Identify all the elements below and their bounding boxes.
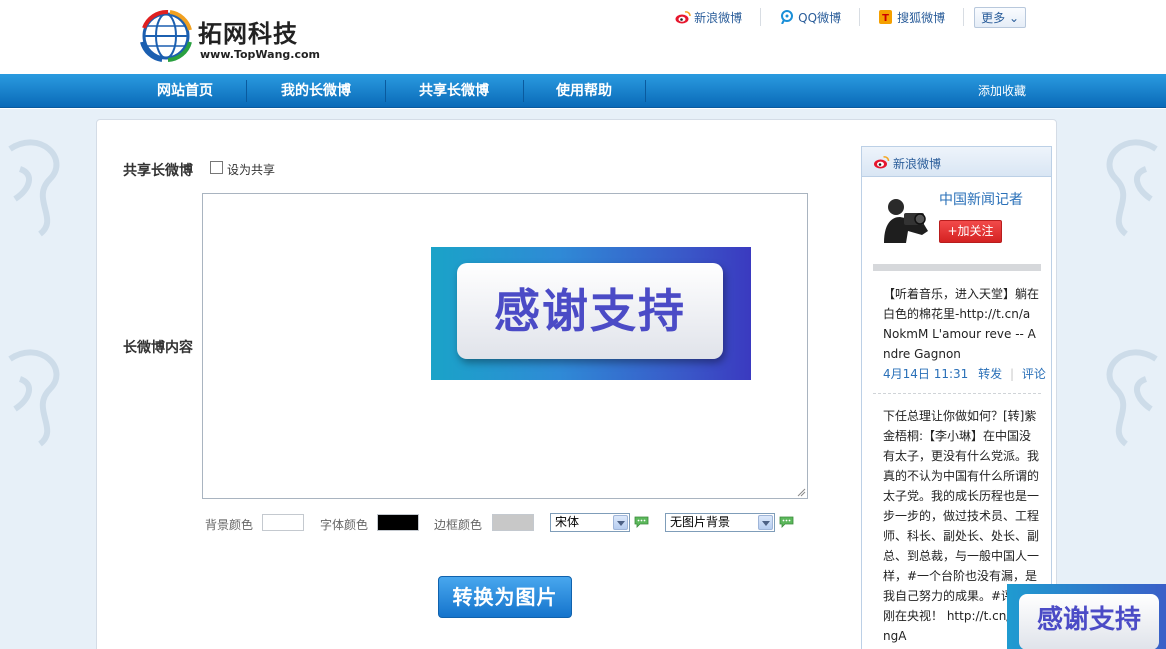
weibo-post: 【听着音乐，进入天堂】躺在白色的棉花里-http://t.cn/aNokmM L…: [883, 287, 1039, 361]
nav-shared-weibo[interactable]: 共享长微博: [388, 74, 520, 108]
share-checkbox-label[interactable]: 设为共享: [227, 161, 275, 178]
main-nav: 网站首页 我的长微博 共享长微博 使用帮助 添加收藏: [0, 74, 1166, 108]
sina-weibo-label: 新浪微博: [694, 10, 743, 25]
font-color-swatch[interactable]: [377, 514, 419, 531]
brand-url: www.TopWang.com: [200, 48, 321, 61]
float-ad-plate: 感谢支持: [1019, 594, 1159, 649]
background-select-value: 无图片背景: [670, 515, 731, 529]
bg-color-swatch[interactable]: [262, 514, 304, 531]
nav-divider: [523, 80, 524, 102]
svg-text:T: T: [882, 13, 889, 24]
sina-weibo-icon: [874, 156, 890, 169]
resize-handle-icon[interactable]: [796, 487, 806, 497]
header: 拓网科技 www.TopWang.com 新浪微博 QQ微博 T 搜狐微博 更多…: [0, 0, 1166, 74]
nav-divider: [246, 80, 247, 102]
brand-name: 拓网科技: [198, 19, 298, 48]
content-label: 长微博内容: [123, 340, 193, 356]
convert-to-image-button[interactable]: 转换为图片: [438, 576, 572, 618]
sohu-weibo-label: 搜狐微博: [897, 10, 946, 25]
dragon-pattern-icon: [8, 139, 60, 237]
comment-link[interactable]: 评论: [1022, 367, 1046, 381]
background-select[interactable]: 无图片背景: [665, 513, 775, 532]
sidebar-divider: [873, 264, 1041, 271]
qq-weibo-link[interactable]: QQ微博: [761, 8, 861, 26]
chat-bubble-icon[interactable]: [779, 516, 794, 528]
border-color-swatch[interactable]: [492, 514, 534, 531]
nav-divider: [385, 80, 386, 102]
share-checkbox[interactable]: [210, 161, 223, 174]
thanks-banner-image: 感谢支持: [431, 247, 751, 380]
floating-thanks-ad[interactable]: 感谢支持: [1007, 584, 1166, 649]
font-select-value: 宋体: [555, 515, 580, 529]
nav-my-weibo[interactable]: 我的长微博: [250, 74, 382, 108]
sidebar-header: 新浪微博: [862, 147, 1051, 177]
more-label: 更多: [981, 10, 1006, 25]
add-favorite-link[interactable]: 添加收藏: [978, 74, 1026, 108]
banner-plate: 感谢支持: [457, 263, 723, 359]
more-button[interactable]: 更多 ⌄: [974, 6, 1026, 28]
follow-button[interactable]: +加关注: [939, 220, 1002, 243]
nav-divider: [645, 80, 646, 102]
chevron-down-icon: ⌄: [1008, 10, 1019, 25]
sidebar-title: 新浪微博: [893, 157, 942, 171]
post-meta: 4月14日 11:31 转发 | 评论: [883, 365, 1046, 382]
dropdown-arrow-icon[interactable]: [758, 515, 773, 530]
sidebar-user-name[interactable]: 中国新闻记者: [939, 189, 1023, 209]
share-label: 共享长微博: [123, 163, 193, 179]
bg-color-label: 背景颜色: [205, 518, 254, 532]
float-ad-text: 感谢支持: [1036, 605, 1141, 635]
sohu-weibo-link[interactable]: T 搜狐微博: [860, 8, 965, 26]
font-color-label: 字体颜色: [320, 518, 369, 532]
dragon-pattern-icon: [8, 349, 60, 447]
dragon-pattern-icon: [1106, 349, 1158, 447]
qq-weibo-icon: [781, 10, 794, 24]
qq-weibo-label: QQ微博: [798, 10, 842, 25]
share-links: 新浪微博 QQ微博 T 搜狐微博 更多 ⌄: [657, 6, 1026, 28]
meta-separator: |: [1009, 367, 1015, 381]
globe-logo-icon: [140, 9, 192, 62]
post-time[interactable]: 4月14日 11:31: [883, 367, 968, 381]
weibo-sidebar: 新浪微博 中国新闻记者 +加关注 【听着音乐，进入天堂】躺在白色的棉花里-htt…: [861, 146, 1052, 649]
sohu-weibo-icon: T: [879, 10, 893, 24]
banner-text: 感谢支持: [494, 284, 686, 338]
sina-weibo-link[interactable]: 新浪微博: [657, 8, 762, 26]
post-divider: [873, 393, 1041, 394]
site-logo[interactable]: 拓网科技 www.TopWang.com: [138, 8, 328, 64]
dragon-pattern-icon: [1106, 139, 1158, 237]
sina-weibo-icon: [675, 11, 691, 24]
nav-help[interactable]: 使用帮助: [526, 74, 642, 108]
dropdown-arrow-icon[interactable]: [613, 515, 628, 530]
nav-home[interactable]: 网站首页: [128, 74, 242, 108]
avatar[interactable]: [878, 191, 930, 243]
chat-bubble-icon[interactable]: [634, 516, 649, 528]
border-color-label: 边框颜色: [434, 518, 483, 532]
font-select[interactable]: 宋体: [550, 513, 630, 532]
repost-link[interactable]: 转发: [972, 367, 1002, 381]
